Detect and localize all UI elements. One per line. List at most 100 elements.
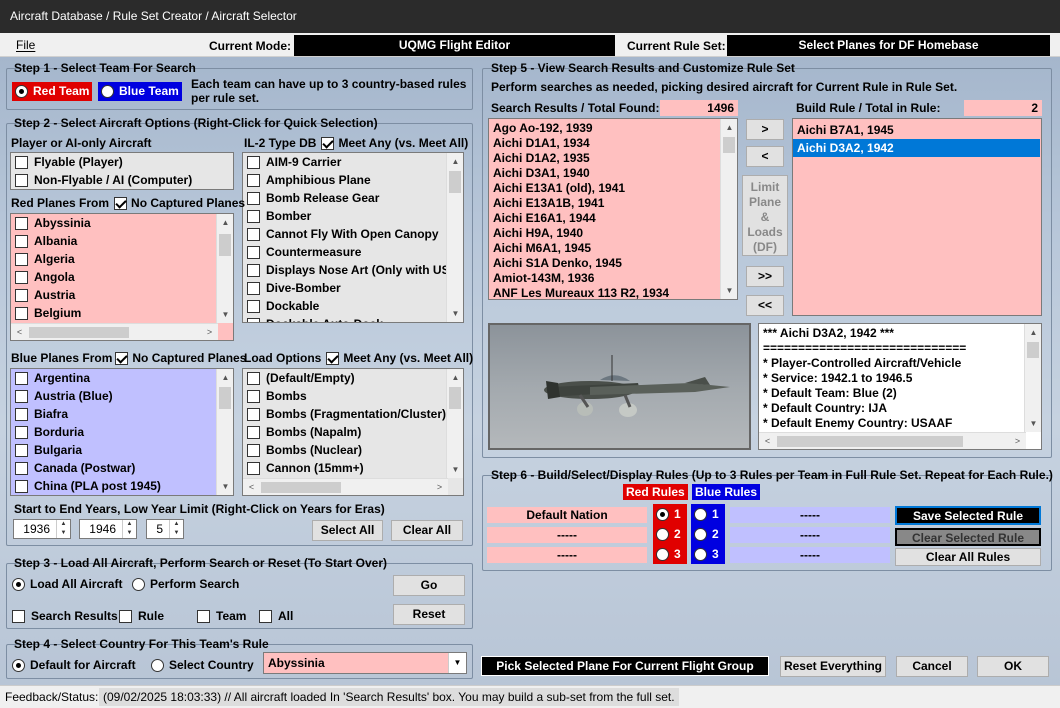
start-year-stepper[interactable]: 1936 ▲ ▼	[13, 519, 71, 539]
clear-selected-rule-button[interactable]: Clear Selected Rule	[895, 528, 1041, 546]
list-item[interactable]: Bombs (Napalm)	[243, 423, 463, 441]
list-item[interactable]: Bomber	[243, 207, 463, 225]
list-item[interactable]: Flyable (Player)	[11, 153, 233, 171]
list-item[interactable]: Displays Nose Art (Only with USA	[243, 261, 463, 279]
list-item[interactable]: Canada (Postwar)	[11, 459, 233, 477]
spin-arrows-icon[interactable]: ▲ ▼	[56, 520, 70, 538]
list-item-selected[interactable]: Aichi D3A2, 1942	[793, 139, 1040, 157]
list-item[interactable]: Bulgaria	[11, 441, 233, 459]
list-item[interactable]: Aichi H9A, 1940	[489, 226, 737, 241]
list-item[interactable]: Borduria	[11, 423, 233, 441]
red-team-radio[interactable]: Red Team	[12, 82, 92, 101]
ok-button[interactable]: OK	[977, 656, 1049, 677]
menu-file[interactable]: File	[16, 38, 35, 52]
horizontal-scrollbar[interactable]: < >	[11, 323, 218, 340]
blue-no-captured-checkbox[interactable]	[115, 351, 129, 365]
add-all-button[interactable]: >>	[746, 266, 784, 287]
list-item[interactable]: * Default Enemy Country: USAAF	[759, 416, 1041, 431]
horizontal-scrollbar[interactable]: < >	[759, 432, 1026, 449]
clear-all-rules-button[interactable]: Clear All Rules	[895, 548, 1041, 566]
list-item[interactable]: Algeria	[11, 250, 233, 268]
red-no-captured-checkbox[interactable]	[114, 196, 128, 210]
list-item[interactable]: Aichi D1A1, 1934	[489, 136, 737, 151]
country-dropdown[interactable]: Abyssinia ▼	[263, 652, 467, 674]
list-item[interactable]: Aichi E13A1B, 1941	[489, 196, 737, 211]
list-item[interactable]: Austria (Blue)	[11, 387, 233, 405]
blue-team-radio[interactable]: Blue Team	[98, 82, 182, 101]
list-item[interactable]: Cannon (15mm+)	[243, 459, 463, 477]
list-item[interactable]: Bombs	[243, 387, 463, 405]
clear-all-button[interactable]: Clear All	[391, 520, 463, 541]
go-button[interactable]: Go	[393, 575, 465, 596]
list-item[interactable]: *** Aichi D3A2, 1942 ***	[759, 326, 1041, 341]
search-results-checkbox[interactable]: Search Results	[12, 609, 118, 623]
list-item[interactable]: Amphibious Plane	[243, 171, 463, 189]
remove-all-button[interactable]: <<	[746, 295, 784, 316]
reset-button[interactable]: Reset	[393, 604, 465, 625]
default-country-radio[interactable]: Default for Aircraft	[12, 658, 136, 672]
reset-everything-button[interactable]: Reset Everything	[780, 656, 886, 677]
vertical-scrollbar[interactable]: ▲ ▼	[216, 214, 233, 323]
red-rule-radio-3[interactable]: 3	[653, 544, 687, 564]
chevron-down-icon[interactable]: ▼	[448, 653, 466, 673]
list-item[interactable]: Bombs (Fragmentation/Cluster)	[243, 405, 463, 423]
list-item[interactable]: Albania	[11, 232, 233, 250]
list-item[interactable]: =============================	[759, 341, 1041, 356]
vertical-scrollbar[interactable]: ▲ ▼	[1024, 324, 1041, 432]
end-year-stepper[interactable]: 1946 ▲ ▼	[79, 519, 137, 539]
load-all-radio[interactable]: Load All Aircraft	[12, 577, 122, 591]
remove-from-rule-button[interactable]: <	[746, 146, 784, 167]
list-item[interactable]: Dockable Auto-Dock	[243, 315, 463, 322]
list-item[interactable]: * Default Country: IJA	[759, 401, 1041, 416]
list-item[interactable]: Bomb Release Gear	[243, 189, 463, 207]
team-checkbox[interactable]: Team	[197, 609, 246, 623]
list-item[interactable]: Aichi M6A1, 1945	[489, 241, 737, 256]
list-item[interactable]: Argentina	[11, 369, 233, 387]
vertical-scrollbar[interactable]: ▲ ▼	[720, 119, 737, 299]
list-item[interactable]: Amiot-143M, 1936	[489, 271, 737, 286]
limit-plane-loads-button[interactable]: Limit Plane & Loads (DF)	[742, 175, 788, 256]
list-item[interactable]: Aichi D1A2, 1935	[489, 151, 737, 166]
list-item[interactable]: Ago Ao-192, 1939	[489, 121, 737, 136]
red-rule-radio-2[interactable]: 2	[653, 524, 687, 544]
select-country-radio[interactable]: Select Country	[151, 658, 254, 672]
save-selected-rule-button[interactable]: Save Selected Rule	[895, 506, 1041, 525]
list-item[interactable]: Abyssinia	[11, 214, 233, 232]
list-item[interactable]: China (PLA post 1945)	[11, 477, 233, 495]
blue-rule-radio-1[interactable]: 1	[691, 504, 725, 524]
cancel-button[interactable]: Cancel	[896, 656, 968, 677]
pick-selected-plane-button[interactable]: Pick Selected Plane For Current Flight G…	[481, 656, 769, 676]
list-item[interactable]: Belgium	[11, 304, 233, 322]
list-item[interactable]: Dive-Bomber	[243, 279, 463, 297]
list-item[interactable]: Aichi E16A1, 1944	[489, 211, 737, 226]
blue-rule-radio-3[interactable]: 3	[691, 544, 725, 564]
list-item[interactable]: Angola	[11, 268, 233, 286]
spin-arrows-icon[interactable]: ▲ ▼	[169, 520, 183, 538]
list-item[interactable]: Austria	[11, 286, 233, 304]
list-item[interactable]: ANF Les Mureaux 113 R2, 1934	[489, 286, 737, 299]
rule-checkbox[interactable]: Rule	[119, 609, 164, 623]
select-all-button[interactable]: Select All	[312, 520, 383, 541]
list-item[interactable]: Cannot Fly With Open Canopy	[243, 225, 463, 243]
list-item[interactable]: * Player-Controlled Aircraft/Vehicle	[759, 356, 1041, 371]
list-item[interactable]: Biafra	[11, 405, 233, 423]
low-year-limit-stepper[interactable]: 5 ▲ ▼	[146, 519, 184, 539]
spin-arrows-icon[interactable]: ▲ ▼	[122, 520, 136, 538]
list-item[interactable]: Aichi D3A1, 1940	[489, 166, 737, 181]
perform-search-radio[interactable]: Perform Search	[132, 577, 239, 591]
vertical-scrollbar[interactable]: ▲ ▼	[216, 369, 233, 495]
all-checkbox[interactable]: All	[259, 609, 293, 623]
vertical-scrollbar[interactable]: ▲ ▼	[446, 369, 463, 478]
list-item[interactable]: Aichi S1A Denko, 1945	[489, 256, 737, 271]
list-item[interactable]: (Default/Empty)	[243, 369, 463, 387]
list-item[interactable]: * Default Team: Blue (2)	[759, 386, 1041, 401]
blue-rule-radio-2[interactable]: 2	[691, 524, 725, 544]
vertical-scrollbar[interactable]: ▲ ▼	[446, 153, 463, 322]
list-item[interactable]: AIM-9 Carrier	[243, 153, 463, 171]
list-item[interactable]: Aichi B7A1, 1945	[793, 121, 1041, 139]
list-item[interactable]: Aichi E13A1 (old), 1941	[489, 181, 737, 196]
list-item[interactable]: Dockable	[243, 297, 463, 315]
list-item[interactable]: Countermeasure	[243, 243, 463, 261]
red-rule-radio-1[interactable]: 1	[653, 504, 687, 524]
list-item[interactable]: Non-Flyable / AI (Computer)	[11, 171, 233, 189]
